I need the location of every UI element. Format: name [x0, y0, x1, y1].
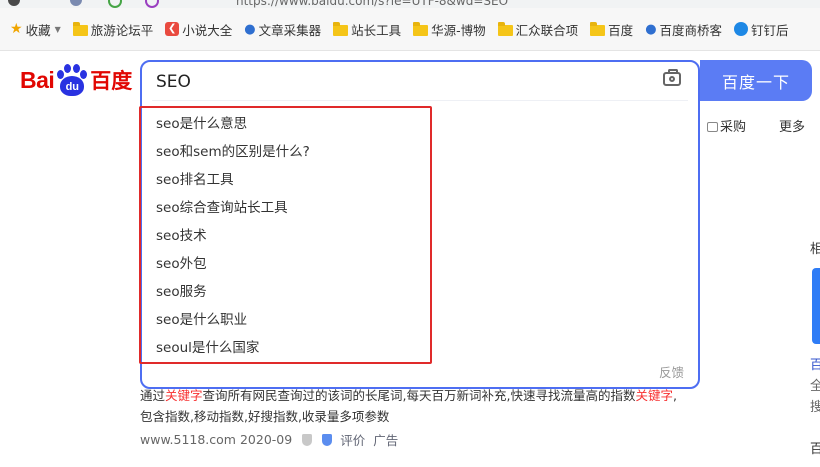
bookmark-label: 汇众联合项	[515, 22, 579, 38]
bookmark-item[interactable]: ❮ 小说大全	[159, 17, 238, 41]
right-panel-heading: 相	[810, 242, 820, 257]
result-snippet-line: 包含指数,移动指数,好搜指数,收录量多项参数	[140, 409, 390, 424]
folder-icon	[72, 21, 88, 36]
bookmarks-bar: ★ 收藏 ▼ 旅游论坛平 ❮ 小说大全 ● 文章采集器 站长工具 华源-博物 汇…	[0, 8, 820, 51]
bookmark-label: 旅游论坛平	[90, 22, 154, 38]
bookmark-item[interactable]: ● 文章采集器	[238, 17, 327, 41]
snippet-text: 查询所有网民查询过的该词的长尾词,每天百万新词补充,快速寻找流量高的指数	[202, 388, 636, 403]
paw-icon: ●	[244, 21, 256, 37]
back-icon[interactable]	[70, 0, 82, 6]
right-panel-heading: 百	[810, 442, 820, 457]
folder-icon	[333, 21, 349, 36]
right-panel-text: 全	[810, 379, 820, 394]
address-bar[interactable]: https://www.baidu.com/s?ie=UTF-8&wd=SEO	[236, 0, 508, 8]
extension-icon[interactable]	[145, 0, 159, 8]
bookmark-item[interactable]: 钉钉后	[728, 17, 795, 41]
baidu-logo[interactable]: Bai du 百度	[20, 64, 132, 96]
paw-icon: ●	[645, 21, 657, 37]
review-link[interactable]: 评价	[340, 430, 365, 449]
camera-icon[interactable]	[663, 69, 681, 86]
result-site[interactable]: www.5118.com	[140, 432, 236, 447]
bookmark-item[interactable]: 旅游论坛平	[67, 17, 160, 41]
folder-icon	[590, 21, 606, 36]
bookmark-label: 文章采集器	[258, 22, 322, 38]
bookmark-label: 百度商桥客	[659, 22, 723, 38]
bookmark-item[interactable]: 华源-博物	[407, 17, 492, 41]
result-meta: www.5118.com 2020-09 评价 广告	[140, 430, 398, 449]
bookmark-label: 钉钉后	[751, 22, 789, 38]
right-panel-link[interactable]: 百	[810, 354, 820, 373]
pin-icon	[734, 22, 749, 36]
folder-icon	[497, 21, 513, 36]
search-input[interactable]	[156, 71, 636, 93]
baidu-paw-icon: du	[55, 64, 89, 96]
shopping-bag-icon	[707, 121, 718, 132]
folder-icon	[413, 21, 429, 36]
bookmark-label: 站长工具	[351, 22, 402, 38]
divider	[152, 100, 688, 101]
logo-text-du: du	[60, 76, 85, 96]
bookmark-item[interactable]: 百度	[584, 17, 639, 41]
search-button[interactable]: 百度一下	[700, 60, 812, 101]
ad-label: 广告	[373, 433, 399, 448]
highlight-annotation-box	[139, 106, 432, 364]
feedback-link[interactable]: 反馈	[659, 362, 684, 381]
logo-text-bai: Bai	[20, 66, 55, 93]
browser-top-strip: https://www.baidu.com/s?ie=UTF-8&wd=SEO	[0, 0, 820, 8]
result-snippet-line: 通过关键字查询所有网民查询过的该词的长尾词,每天百万新词补充,快速寻找流量高的指…	[140, 385, 677, 404]
right-panel-card[interactable]	[812, 268, 820, 344]
profile-icon[interactable]	[8, 0, 20, 6]
tab-purchase[interactable]: 采购	[707, 116, 746, 135]
bookmark-label: 百度	[608, 22, 634, 38]
snippet-text: 通过	[140, 388, 166, 403]
novel-icon: ❮	[165, 22, 180, 36]
bookmark-item[interactable]: 站长工具	[327, 17, 407, 41]
verified-shield-icon[interactable]	[322, 433, 333, 446]
bookmark-item[interactable]: 汇众联合项	[492, 17, 585, 41]
bookmark-label: 小说大全	[182, 22, 233, 38]
tab-more[interactable]: 更多	[779, 116, 805, 135]
result-date: 2020-09	[239, 432, 293, 447]
chevron-down-icon[interactable]: ▼	[55, 25, 61, 34]
right-panel-text: 搜	[810, 400, 820, 415]
bookmark-label: 华源-博物	[431, 22, 486, 38]
bookmark-label: 收藏	[25, 22, 51, 38]
snippet-text: ,	[673, 388, 677, 403]
shield-icon	[302, 433, 313, 446]
snippet-keyword: 关键字	[165, 388, 203, 403]
bookmark-favorites[interactable]: ★ 收藏 ▼	[4, 17, 67, 41]
snippet-keyword: 关键字	[635, 388, 673, 403]
refresh-icon[interactable]	[108, 0, 122, 8]
tab-label: 采购	[720, 120, 747, 135]
bookmark-item[interactable]: ● 百度商桥客	[639, 17, 728, 41]
star-icon: ★	[10, 21, 23, 37]
logo-text-baidu: 百度	[90, 69, 133, 93]
